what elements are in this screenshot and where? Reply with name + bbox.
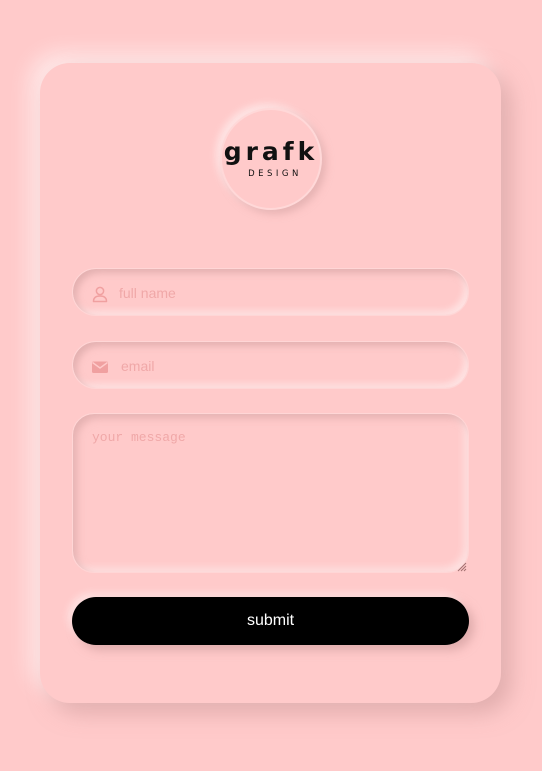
message-placeholder: your message — [92, 430, 186, 445]
full-name-field[interactable]: full name — [72, 268, 469, 316]
logo-subtitle: DESIGN — [248, 169, 302, 179]
full-name-placeholder: full name — [119, 285, 176, 301]
user-icon — [91, 285, 109, 303]
submit-button[interactable]: submit — [72, 597, 469, 645]
contact-card: grafk DESIGN full name email your messag… — [40, 63, 501, 703]
logo-wordmark: grafk — [223, 137, 319, 166]
envelope-icon — [91, 358, 109, 376]
brand-logo: grafk DESIGN — [220, 108, 322, 210]
resize-handle-icon[interactable] — [455, 559, 467, 572]
email-placeholder: email — [121, 358, 155, 374]
message-textarea[interactable]: your message — [72, 413, 469, 573]
email-field[interactable]: email — [72, 341, 469, 389]
